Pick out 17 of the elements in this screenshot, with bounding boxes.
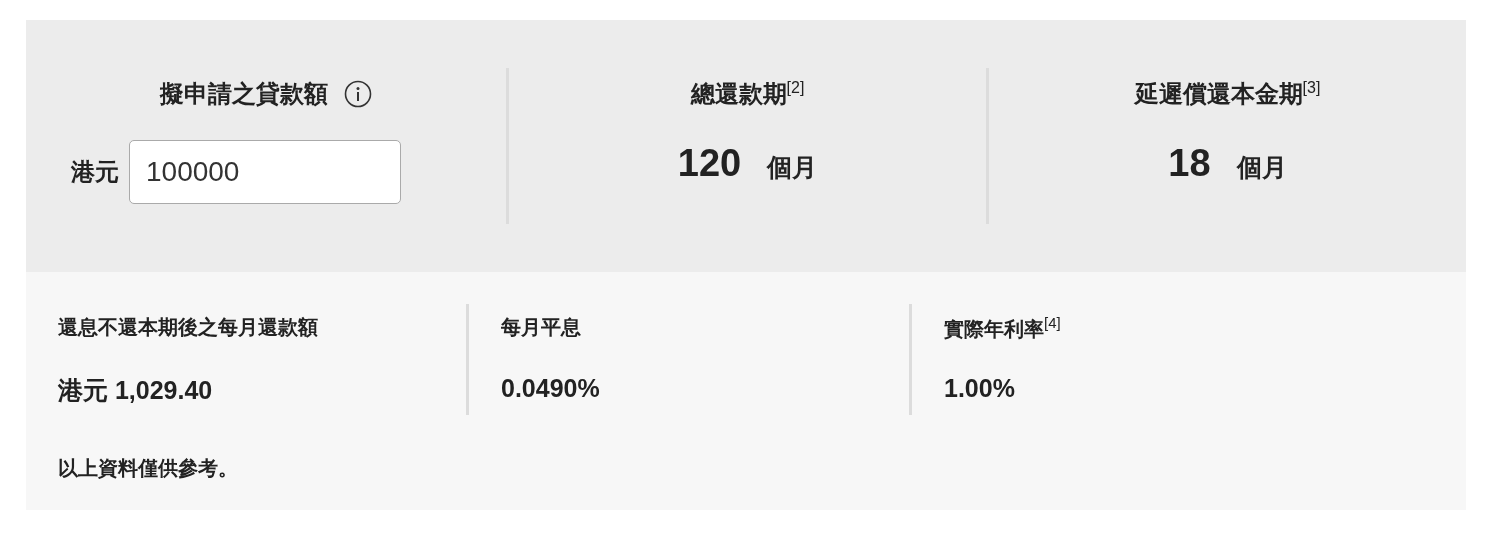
term-unit: 個月 [767,152,818,183]
loan-amount-field[interactable]: 100000 [129,140,401,204]
term-value: 120 [677,142,742,185]
term-label: 總還款期$^{[2]}$ [690,78,805,109]
currency-label: 港元 [71,157,119,187]
result-value: 1.00% [944,374,1016,403]
result-label: 每月平息 [501,315,582,340]
result-value: 港元 1,029.40 [58,375,214,406]
result-label: 實際年利率$^{[4]}$ [944,314,1062,342]
loan-amount-label: 擬申請之貸款額 [160,79,328,109]
result-value: 0.0490% [501,374,601,403]
term-value: 18 [1168,142,1211,185]
info-icon[interactable] [344,80,372,108]
term-label: 延遲償還本金期$^{[3]}$ [1134,78,1321,109]
term-unit: 個月 [1236,152,1287,183]
disclaimer-text: 以上資料僅供參考。 [57,456,239,481]
result-label: 還息不還本期後之每月還款額 [58,315,319,340]
